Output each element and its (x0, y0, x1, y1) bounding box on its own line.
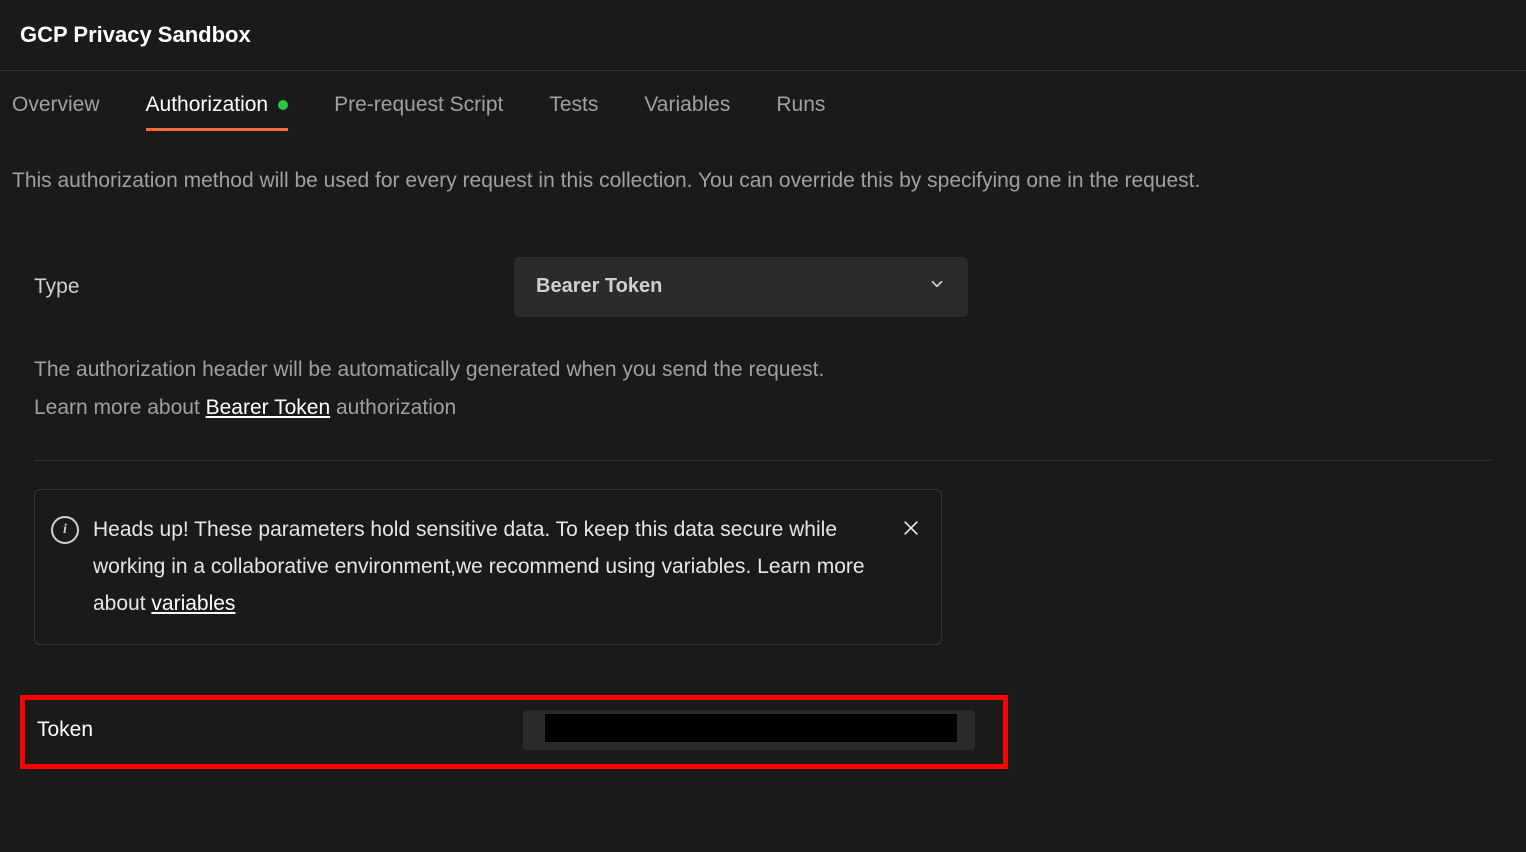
bearer-token-link[interactable]: Bearer Token (206, 396, 331, 419)
info-icon: i (51, 516, 79, 544)
collection-title: GCP Privacy Sandbox (20, 22, 1506, 48)
modified-dot-icon (278, 100, 288, 110)
tab-bar: Overview Authorization Pre-request Scrip… (0, 71, 1526, 137)
tab-label: Overview (12, 93, 100, 117)
auth-type-label: Type (34, 275, 474, 299)
tab-tests[interactable]: Tests (549, 93, 598, 129)
tab-label: Pre-request Script (334, 93, 503, 117)
auth-type-value: Bearer Token (536, 275, 662, 298)
tab-runs[interactable]: Runs (776, 93, 825, 129)
tab-label: Authorization (146, 93, 269, 117)
tab-label: Runs (776, 93, 825, 117)
tab-label: Tests (549, 93, 598, 117)
tab-pre-request-script[interactable]: Pre-request Script (334, 93, 503, 129)
section-divider (34, 460, 1492, 461)
close-icon[interactable] (901, 514, 921, 551)
tab-authorization[interactable]: Authorization (146, 93, 289, 129)
authorization-description: This authorization method will be used f… (0, 137, 1526, 197)
token-label: Token (37, 718, 523, 742)
tab-label: Variables (644, 93, 730, 117)
auth-helper-text: The authorization header will be automat… (34, 317, 1492, 429)
tab-variables[interactable]: Variables (644, 93, 730, 129)
redacted-token-value (545, 714, 957, 742)
variables-link[interactable]: variables (151, 592, 235, 615)
token-row-highlighted: Token (20, 695, 1008, 769)
auth-type-select[interactable]: Bearer Token (514, 257, 968, 317)
tab-overview[interactable]: Overview (12, 93, 100, 129)
chevron-down-icon (928, 275, 946, 299)
sensitive-data-notice: i Heads up! These parameters hold sensit… (34, 489, 942, 645)
token-input[interactable] (523, 710, 975, 750)
